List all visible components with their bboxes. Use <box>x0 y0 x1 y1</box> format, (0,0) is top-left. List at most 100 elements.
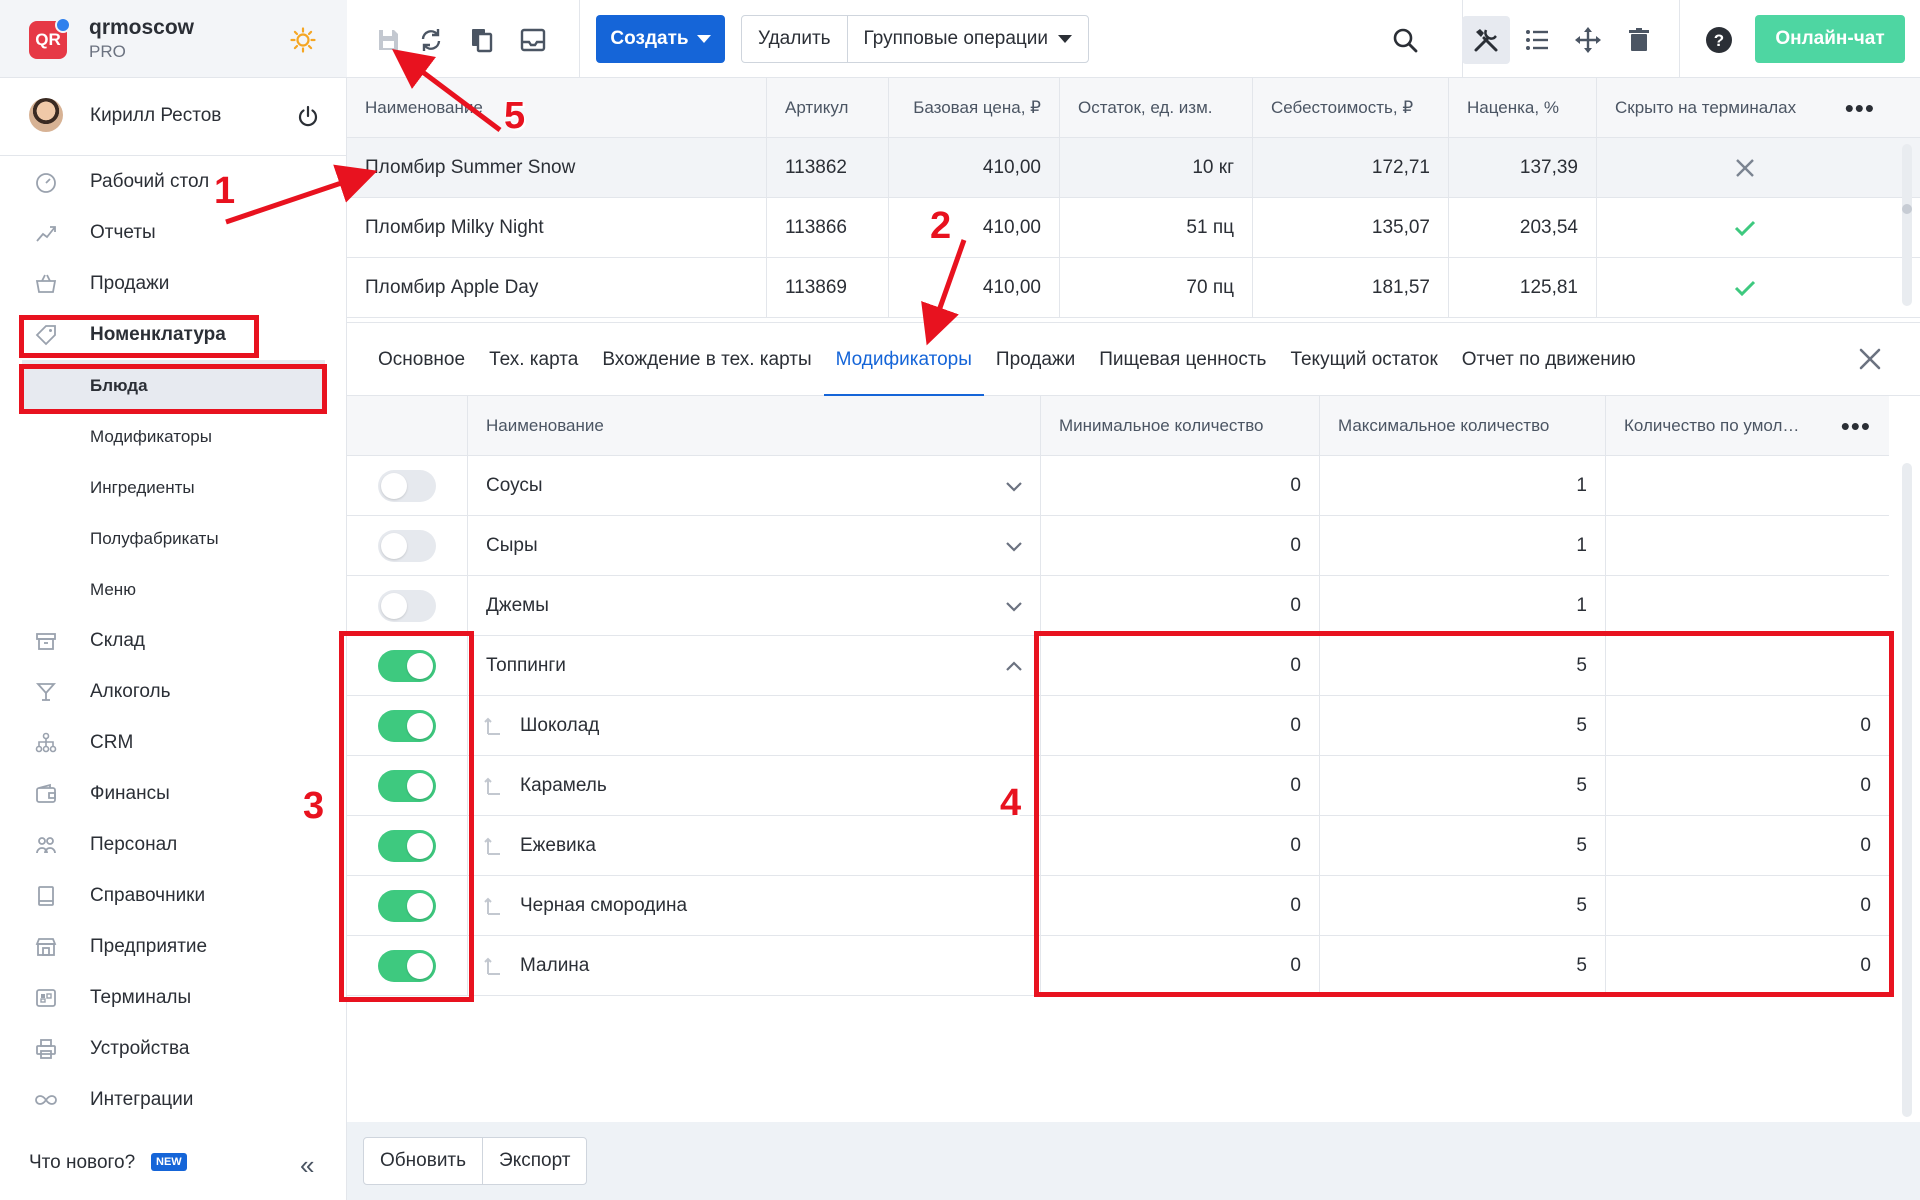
enable-toggle[interactable] <box>378 529 436 562</box>
qr-logo[interactable]: QR <box>29 17 71 59</box>
sidebar-item-warehouse[interactable]: Склад <box>0 615 347 666</box>
column-header-min[interactable]: Минимальное количество <box>1041 396 1320 455</box>
cell-max[interactable]: 1 <box>1320 576 1606 635</box>
modifiers-scrollbar[interactable] <box>1902 463 1912 1117</box>
column-header-name[interactable]: Наименование <box>347 78 767 137</box>
cell-min[interactable]: 0 <box>1041 456 1320 515</box>
column-header-cost[interactable]: Себестоимость, ₽ <box>1253 78 1449 137</box>
sun-theme-icon[interactable] <box>290 27 316 53</box>
avatar[interactable] <box>29 98 63 132</box>
modifier-group-row[interactable]: Соусы 0 1 <box>347 456 1889 516</box>
products-table: Наименование Артикул Базовая цена, ₽ Ост… <box>347 78 1920 318</box>
whats-new-link[interactable]: Что нового? <box>29 1152 135 1174</box>
sidebar-item-reports[interactable]: Отчеты <box>0 207 347 258</box>
sidebar-item-sub-8[interactable]: Меню <box>0 564 347 615</box>
tab-6[interactable]: Текущий остаток <box>1278 323 1449 396</box>
cell-def[interactable] <box>1606 576 1889 635</box>
tools-icon[interactable] <box>1472 26 1500 54</box>
caret-down-icon <box>696 35 711 43</box>
tab-4[interactable]: Продажи <box>984 323 1087 396</box>
modifier-group-row[interactable]: Сыры 0 1 <box>347 516 1889 576</box>
export-button[interactable]: Экспорт <box>482 1138 586 1184</box>
modifier-name-cell: Малина <box>468 936 1041 995</box>
modifier-group-row[interactable]: Джемы 0 1 <box>347 576 1889 636</box>
sidebar-item-sub-7[interactable]: Полуфабрикаты <box>0 513 347 564</box>
column-header-price[interactable]: Базовая цена, ₽ <box>889 78 1060 137</box>
user-name[interactable]: Кирилл Рестов <box>90 105 221 127</box>
cell-cost: 172,71 <box>1253 138 1449 197</box>
footer-bar: Обновить Экспорт <box>347 1122 1920 1200</box>
toolbar-divider <box>579 0 580 78</box>
save-icon[interactable] <box>374 26 402 54</box>
more-options-icon[interactable]: ••• <box>1845 95 1875 121</box>
column-header-stock[interactable]: Остаток, ед. изм. <box>1060 78 1253 137</box>
create-button[interactable]: Создать <box>596 15 725 63</box>
more-options-icon[interactable]: ••• <box>1841 413 1871 439</box>
tab-2[interactable]: Вхождение в тех. карты <box>590 323 823 396</box>
sidebar-item-staff[interactable]: Персонал <box>0 819 347 870</box>
tab-1[interactable]: Тех. карта <box>477 323 590 396</box>
enable-toggle[interactable] <box>378 589 436 622</box>
chevron-down-icon[interactable] <box>1004 596 1024 616</box>
cell-max[interactable]: 1 <box>1320 456 1606 515</box>
column-header-mod-name[interactable]: Наименование <box>468 396 1041 455</box>
refresh-button[interactable]: Обновить <box>364 1138 482 1184</box>
annotation-number-3: 3 <box>303 785 325 827</box>
refresh-icon[interactable] <box>417 26 445 54</box>
chevron-down-icon[interactable] <box>1004 536 1024 556</box>
sidebar-item-wallet[interactable]: Финансы <box>0 768 347 819</box>
check-icon <box>1734 220 1756 236</box>
column-header-max[interactable]: Максимальное количество <box>1320 396 1606 455</box>
close-icon[interactable] <box>1856 345 1884 373</box>
cell-def[interactable] <box>1606 516 1889 575</box>
tab-5[interactable]: Пищевая ценность <box>1087 323 1278 396</box>
column-header-sku[interactable]: Артикул <box>767 78 889 137</box>
tab-0[interactable]: Основное <box>366 323 477 396</box>
sidebar-item-dashboard[interactable]: Рабочий стол <box>0 156 347 207</box>
column-header-hidden[interactable]: Скрыто на терминалах ••• <box>1597 78 1893 137</box>
inbox-icon[interactable] <box>519 26 547 54</box>
sidebar-item-sales-basket[interactable]: Продажи <box>0 258 347 309</box>
sidebar-item-terminal[interactable]: Терминалы <box>0 972 347 1023</box>
sidebar-item-cocktail[interactable]: Алкоголь <box>0 666 347 717</box>
move-icon[interactable] <box>1574 26 1602 54</box>
sidebar-item-sub-6[interactable]: Ингредиенты <box>0 462 347 513</box>
delete-button[interactable]: Удалить <box>742 16 847 62</box>
action-button-group: Удалить Групповые операции <box>741 15 1090 63</box>
table-row[interactable]: Пломбир Summer Snow 113862 410,00 10 кг 172,… <box>347 138 1920 198</box>
modifier-name: Шоколад <box>520 714 600 736</box>
tab-3[interactable]: Модификаторы <box>823 323 985 397</box>
chevron-down-icon[interactable] <box>1004 476 1024 496</box>
sidebar-item-crm[interactable]: CRM <box>0 717 347 768</box>
cell-min[interactable]: 0 <box>1041 576 1320 635</box>
scrollbar-thumb[interactable] <box>1902 204 1912 214</box>
chevron-up-icon[interactable] <box>1004 656 1024 676</box>
sidebar-item-sub-5[interactable]: Модификаторы <box>0 411 347 462</box>
cell-max[interactable]: 1 <box>1320 516 1606 575</box>
cell-def[interactable] <box>1606 456 1889 515</box>
trash-icon[interactable] <box>1625 26 1653 54</box>
sidebar-item-printer[interactable]: Устройства <box>0 1023 347 1074</box>
collapse-sidebar-icon[interactable]: « <box>300 1150 314 1181</box>
cell-hidden <box>1597 138 1893 197</box>
sidebar-item-store[interactable]: Предприятие <box>0 921 347 972</box>
copy-icon[interactable] <box>468 26 496 54</box>
modifier-name: Джемы <box>486 594 549 616</box>
column-header-default[interactable]: Количество по умол… ••• <box>1606 396 1889 455</box>
search-icon[interactable] <box>1391 26 1419 54</box>
cell-min[interactable]: 0 <box>1041 516 1320 575</box>
modifier-name-cell: Соусы <box>468 456 1041 515</box>
table-row[interactable]: Пломбир Milky Night 113866 410,00 51 пц 135,… <box>347 198 1920 258</box>
list-icon[interactable] <box>1523 26 1551 54</box>
sidebar-item-book[interactable]: Справочники <box>0 870 347 921</box>
online-chat-button[interactable]: Онлайн-чат <box>1755 15 1905 63</box>
group-operations-button[interactable]: Групповые операции <box>846 16 1088 62</box>
sidebar-item-infinity[interactable]: Интеграции <box>0 1074 347 1125</box>
tab-7[interactable]: Отчет по движению <box>1450 323 1648 396</box>
help-icon[interactable]: ? <box>1705 26 1733 54</box>
products-scrollbar[interactable] <box>1902 144 1912 306</box>
power-icon[interactable] <box>296 104 320 128</box>
column-header-markup[interactable]: Наценка, % <box>1449 78 1597 137</box>
enable-toggle[interactable] <box>378 469 436 502</box>
table-row[interactable]: Пломбир Apple Day 113869 410,00 70 пц 181,57… <box>347 258 1920 318</box>
